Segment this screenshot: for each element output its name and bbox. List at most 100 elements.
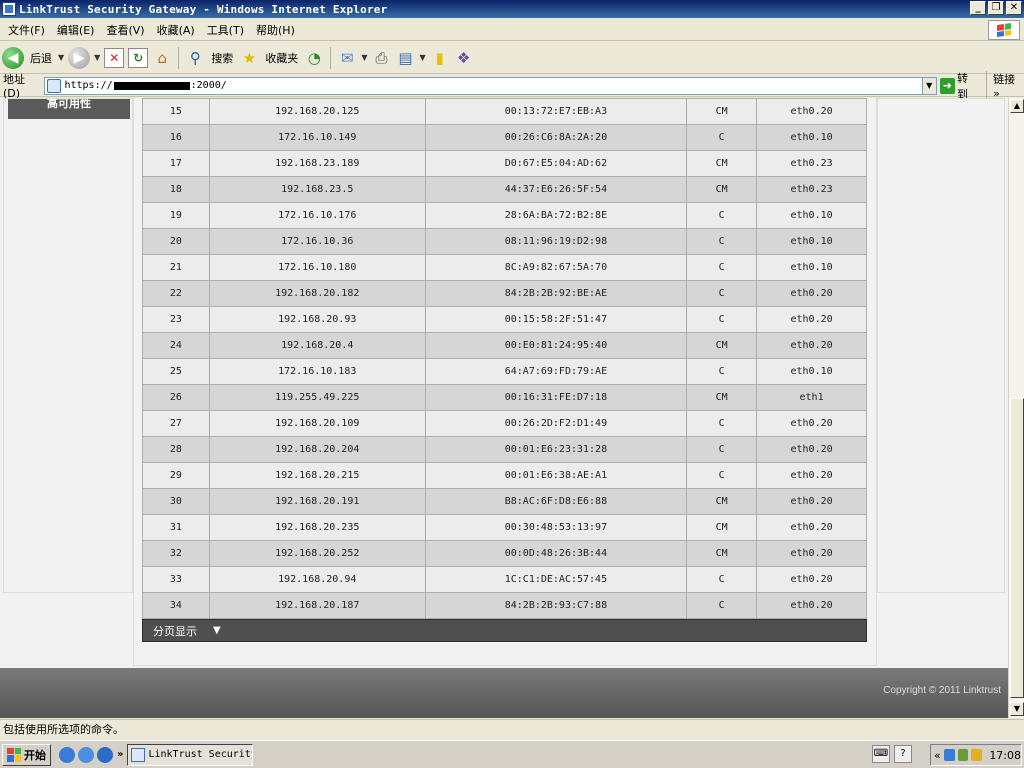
cell-flag: C bbox=[686, 306, 758, 333]
table-body: 15 192.168.20.125 00:13:72:E7:EB:A3 CM eth0.… bbox=[142, 98, 867, 619]
cell-flag: C bbox=[686, 228, 758, 255]
cell-index: 27 bbox=[142, 410, 210, 437]
menu-view[interactable]: 查看(V) bbox=[100, 20, 150, 40]
close-button[interactable]: ✕ bbox=[1006, 1, 1022, 15]
system-tray: « 17:08 bbox=[930, 744, 1022, 766]
cell-mac-address: 08:11:96:19:D2:98 bbox=[424, 228, 688, 255]
cell-index: 15 bbox=[142, 98, 210, 125]
search-icon[interactable]: ⚲ bbox=[185, 48, 205, 68]
browser-toolbar: ◀ 后退 ▼ ▶ ▼ ✕ ↻ ⌂ ⚲ 搜索 ★ 收藏夹 ◔ ✉ ▼ ⎙ ▤ ▼ … bbox=[0, 42, 1024, 74]
cell-interface: eth0.20 bbox=[756, 462, 867, 489]
minimize-button[interactable]: _ bbox=[970, 1, 986, 15]
cell-index: 26 bbox=[142, 384, 210, 411]
start-flag-icon bbox=[7, 747, 21, 762]
window-titlebar[interactable]: LinkTrust Security Gateway - Windows Int… bbox=[0, 0, 1024, 18]
mail-dropdown-icon[interactable]: ▼ bbox=[361, 53, 367, 62]
stop-icon[interactable]: ✕ bbox=[104, 47, 125, 68]
cell-index: 18 bbox=[142, 176, 210, 203]
cell-ip-address: 119.255.49.225 bbox=[208, 384, 426, 411]
clock: 17:08 bbox=[989, 748, 1022, 762]
edit-icon[interactable]: ▤ bbox=[395, 48, 415, 68]
vertical-scrollbar[interactable]: ▲ ▼ bbox=[1008, 98, 1024, 718]
cell-mac-address: 8C:A9:82:67:5A:70 bbox=[424, 254, 688, 281]
cell-interface: eth0.20 bbox=[756, 514, 867, 541]
table-row: 32 192.168.20.252 00:0D:48:26:3B:44 CM eth0.… bbox=[142, 540, 867, 567]
cell-mac-address: B8:AC:6F:D8:E6:88 bbox=[424, 488, 688, 515]
cell-ip-address: 192.168.20.94 bbox=[208, 566, 426, 593]
table-row: 31 192.168.20.235 00:30:48:53:13:97 CM eth0.… bbox=[142, 514, 867, 541]
start-label: 开始 bbox=[24, 748, 46, 762]
menu-edit[interactable]: 编辑(E) bbox=[51, 20, 101, 40]
cell-index: 32 bbox=[142, 540, 210, 567]
cell-index: 20 bbox=[142, 228, 210, 255]
tray-extra: ⌨ ? bbox=[872, 745, 912, 763]
menu-help[interactable]: 帮助(H) bbox=[250, 20, 301, 40]
cell-ip-address: 192.168.20.191 bbox=[208, 488, 426, 515]
cell-interface: eth0.10 bbox=[756, 124, 867, 151]
table-row: 24 192.168.20.4 00:E0:81:24:95:40 CM eth0.20 bbox=[142, 332, 867, 359]
network-icon[interactable] bbox=[943, 749, 955, 761]
scroll-up-button[interactable]: ▲ bbox=[1010, 99, 1024, 113]
go-button[interactable]: ➜ 转到 bbox=[939, 70, 978, 102]
help-icon[interactable]: ? bbox=[894, 745, 912, 763]
note-icon[interactable]: ▮ bbox=[430, 48, 450, 68]
security-icon[interactable] bbox=[971, 749, 983, 761]
volume-icon[interactable] bbox=[957, 749, 969, 761]
window-controls: _ ❐ ✕ bbox=[970, 1, 1022, 15]
sidebar-item-high-availability[interactable]: 高可用性 bbox=[8, 99, 130, 119]
cell-index: 25 bbox=[142, 358, 210, 385]
cell-interface: eth0.23 bbox=[756, 150, 867, 177]
cell-ip-address: 192.168.20.235 bbox=[208, 514, 426, 541]
research-icon[interactable]: ❖ bbox=[454, 48, 474, 68]
quick-launch-help-icon[interactable] bbox=[59, 746, 75, 763]
edit-dropdown-icon[interactable]: ▼ bbox=[419, 53, 425, 62]
cell-index: 17 bbox=[142, 150, 210, 177]
menu-file[interactable]: 文件(F) bbox=[2, 20, 51, 40]
quick-launch-ie-icon[interactable] bbox=[97, 746, 113, 763]
cell-index: 29 bbox=[142, 462, 210, 489]
favorites-star-icon[interactable]: ★ bbox=[239, 48, 259, 68]
taskbar-window-title: LinkTrust Security ... bbox=[148, 749, 254, 760]
back-dropdown-icon[interactable]: ▼ bbox=[58, 53, 64, 62]
links-button[interactable]: 链接 » bbox=[986, 71, 1024, 100]
cell-mac-address: 00:01:E6:38:AE:A1 bbox=[424, 462, 688, 489]
address-dropdown-icon[interactable]: ▼ bbox=[921, 77, 936, 94]
quick-launch-desktop-icon[interactable] bbox=[78, 746, 94, 763]
home-icon[interactable]: ⌂ bbox=[152, 48, 172, 68]
pagination-bar: 分页显示 ▼ bbox=[142, 619, 867, 642]
forward-dropdown-icon[interactable]: ▼ bbox=[94, 53, 100, 62]
address-input[interactable]: https:// :2000/ ▼ bbox=[44, 76, 937, 95]
menu-tools[interactable]: 工具(T) bbox=[201, 20, 250, 40]
table-row: 23 192.168.20.93 00:15:58:2F:51:47 Ceth0.20 bbox=[142, 306, 867, 333]
back-icon[interactable]: ◀ bbox=[2, 46, 24, 69]
keyboard-icon[interactable]: ⌨ bbox=[872, 745, 890, 763]
menu-favorites[interactable]: 收藏(A) bbox=[151, 20, 201, 40]
mail-icon[interactable]: ✉ bbox=[337, 48, 357, 68]
forward-icon[interactable]: ▶ bbox=[68, 46, 91, 69]
taskbar-window-button[interactable]: LinkTrust Security ... bbox=[127, 743, 254, 766]
scroll-thumb[interactable] bbox=[1010, 398, 1024, 698]
page-viewport: 高可用性 15 192.168.20.125 00:13:72:E7:EB:A3 CM… bbox=[0, 98, 1008, 718]
print-icon[interactable]: ⎙ bbox=[371, 48, 391, 68]
tray-chevron[interactable]: « bbox=[934, 749, 941, 762]
windows-logo-icon bbox=[988, 20, 1020, 40]
favorites-label[interactable]: 收藏夹 bbox=[265, 50, 298, 66]
address-bar: 地址(D) https:// :2000/ ▼ ➜ 转到 链接 » bbox=[0, 71, 1024, 101]
quick-launch-chevron[interactable]: » bbox=[117, 749, 123, 760]
scroll-down-button[interactable]: ▼ bbox=[1010, 702, 1024, 716]
toolbar-separator bbox=[330, 46, 332, 69]
maximize-button[interactable]: ❐ bbox=[988, 1, 1004, 15]
start-button[interactable]: 开始 bbox=[2, 743, 51, 766]
refresh-icon[interactable]: ↻ bbox=[128, 47, 149, 68]
toolbar-separator bbox=[178, 46, 180, 69]
address-label: 地址(D) bbox=[3, 73, 25, 100]
cell-index: 19 bbox=[142, 202, 210, 229]
table-row: 29 192.168.20.215 00:01:E6:38:AE:A1 Ceth0.2… bbox=[142, 462, 867, 489]
table-row: 25 172.16.10.183 64:A7:69:FD:79:AE Ceth0.10 bbox=[142, 358, 867, 385]
cell-flag: C bbox=[686, 436, 758, 463]
search-label[interactable]: 搜索 bbox=[211, 50, 233, 66]
history-icon[interactable]: ◔ bbox=[304, 48, 324, 68]
cell-interface: eth1 bbox=[756, 384, 867, 411]
back-label[interactable]: 后退 bbox=[30, 50, 52, 66]
page-size-select[interactable]: ▼ bbox=[213, 625, 221, 636]
